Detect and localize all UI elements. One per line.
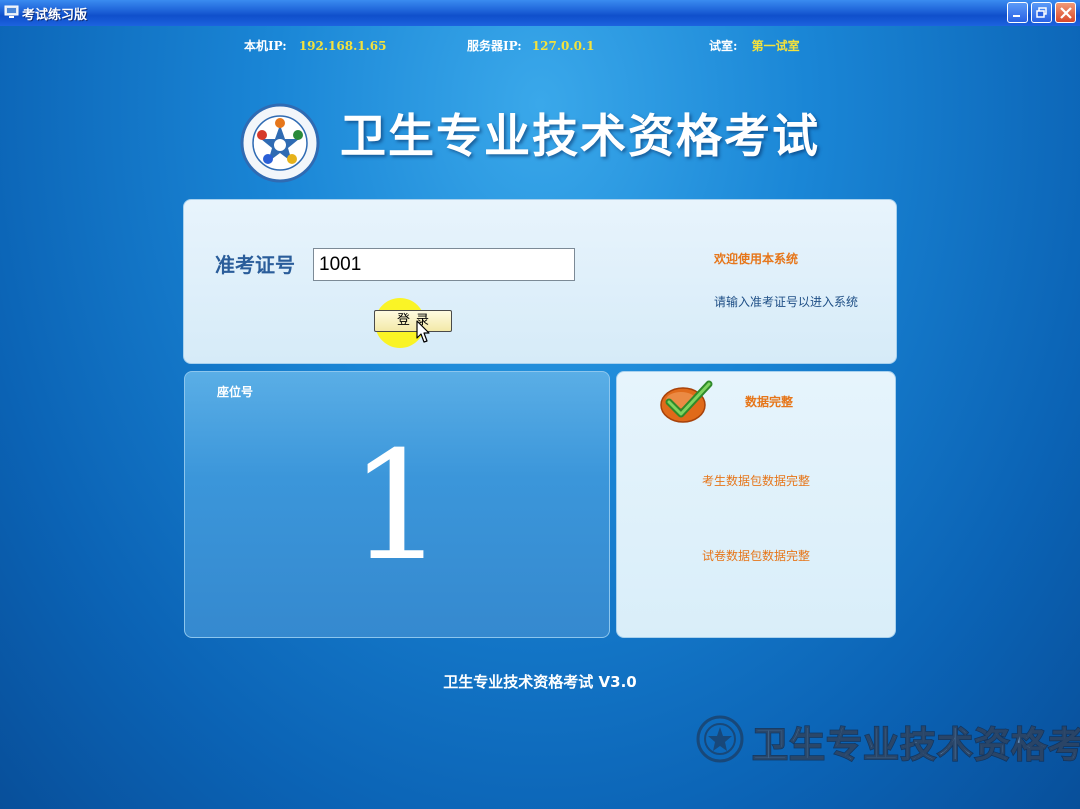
server-ip-label: 服务器IP: — [467, 39, 522, 53]
paper-package-status: 试卷数据包数据完整 — [701, 549, 810, 563]
status-panel: 数据完整 考生数据包数据完整 试卷数据包数据完整 — [616, 371, 896, 638]
window-titlebar: 考试练习版 — [0, 0, 1080, 26]
window-title: 考试练习版 — [22, 8, 88, 23]
login-panel: 准考证号 登录 欢迎使用本系统 请输入准考证号以进入系统 — [183, 199, 897, 364]
restore-button[interactable] — [1031, 2, 1052, 23]
seat-number: 1 — [349, 420, 445, 594]
restore-icon — [1036, 7, 1047, 18]
local-ip-info: 本机IP: 192.168.1.65 — [244, 37, 387, 54]
local-ip-value: 192.168.1.65 — [298, 39, 387, 53]
minimize-icon — [1013, 15, 1020, 17]
seat-panel: 座位号 1 — [184, 371, 610, 638]
version-text: 卫生专业技术资格考试 V3.0 — [443, 673, 637, 691]
welcome-text: 欢迎使用本系统 — [714, 252, 799, 266]
ticket-number-input[interactable] — [313, 248, 575, 281]
computer-icon — [4, 5, 19, 18]
candidate-package-status: 考生数据包数据完整 — [701, 474, 810, 488]
minimize-button[interactable] — [1007, 2, 1028, 23]
mouse-cursor-icon — [416, 320, 430, 343]
login-button[interactable]: 登录 — [374, 310, 452, 332]
close-icon — [1060, 7, 1072, 19]
hint-text: 请输入准考证号以进入系统 — [714, 295, 859, 309]
brand-title: 卫生专业技术资格考试 — [340, 109, 820, 163]
watermark-logo — [696, 715, 744, 763]
watermark-text: 卫生专业技术资格考试 — [751, 724, 1080, 767]
close-button[interactable] — [1055, 2, 1076, 23]
room-value: 第一试室 — [751, 39, 800, 53]
local-ip-label: 本机IP: — [244, 39, 287, 53]
room-label: 试室: — [709, 39, 738, 53]
server-ip-value: 127.0.0.1 — [531, 39, 595, 53]
ticket-label: 准考证号 — [215, 253, 295, 277]
status-title: 数据完整 — [745, 395, 794, 409]
check-icon — [660, 380, 713, 423]
seat-label: 座位号 — [217, 385, 254, 399]
room-info: 试室: 第一试室 — [709, 37, 800, 54]
main-area: 本机IP: 192.168.1.65 服务器IP: 127.0.0.1 试室: … — [0, 26, 1080, 809]
emblem-logo — [240, 103, 320, 183]
server-ip-info: 服务器IP: 127.0.0.1 — [467, 37, 594, 54]
